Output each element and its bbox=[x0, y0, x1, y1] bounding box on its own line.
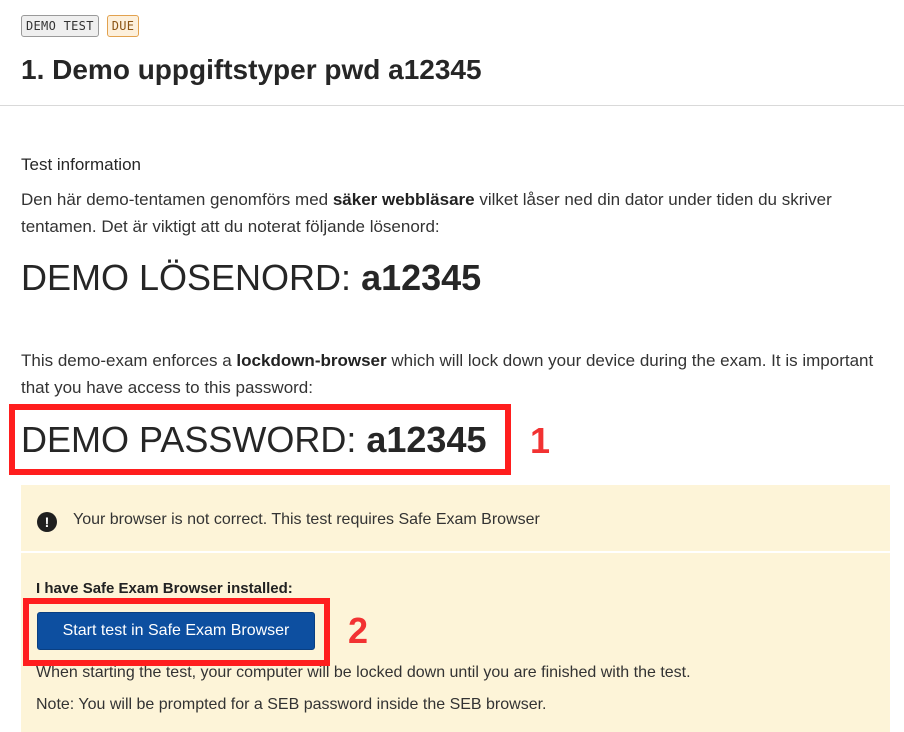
annotation-label-2: 2 bbox=[348, 610, 369, 651]
warning-separator bbox=[21, 551, 890, 553]
swedish-password-value: a12345 bbox=[361, 257, 482, 298]
safe-browser-emphasis: säker webbläsare bbox=[332, 190, 475, 209]
demo-test-badge: DEMO TEST bbox=[21, 15, 99, 37]
annotation-label-1: 1 bbox=[530, 420, 551, 461]
due-badge: DUE bbox=[106, 15, 140, 37]
swedish-intro-paragraph: Den här demo-tentamen genomförs med säke… bbox=[21, 186, 883, 240]
swedish-password-line: DEMO LÖSENORD: a12345 bbox=[21, 256, 481, 300]
browser-warning-message: Your browser is not correct. This test r… bbox=[73, 511, 540, 528]
lockdown-browser-emphasis: lockdown-browser bbox=[236, 351, 387, 370]
badge-row: DEMO TEST DUE bbox=[21, 15, 140, 37]
swedish-intro-text: Den här demo-tentamen genomförs med bbox=[21, 190, 333, 209]
page-title: 1. Demo uppgiftstyper pwd a12345 bbox=[21, 54, 482, 85]
seb-installed-label: I have Safe Exam Browser installed: bbox=[36, 580, 293, 597]
test-information-heading: Test information bbox=[21, 155, 141, 174]
seb-password-note: Note: You will be prompted for a SEB pas… bbox=[36, 696, 547, 713]
english-intro-text: This demo-exam enforces a bbox=[21, 351, 237, 370]
annotation-box-1 bbox=[9, 404, 511, 475]
english-intro-paragraph: This demo-exam enforces a lockdown-brows… bbox=[21, 347, 883, 401]
lockdown-note: When starting the test, your computer wi… bbox=[36, 664, 691, 681]
header-divider bbox=[0, 105, 904, 106]
swedish-password-label: DEMO LÖSENORD: bbox=[21, 257, 362, 298]
annotation-box-2 bbox=[23, 598, 330, 666]
exclamation-circle-icon: ! bbox=[37, 512, 57, 532]
